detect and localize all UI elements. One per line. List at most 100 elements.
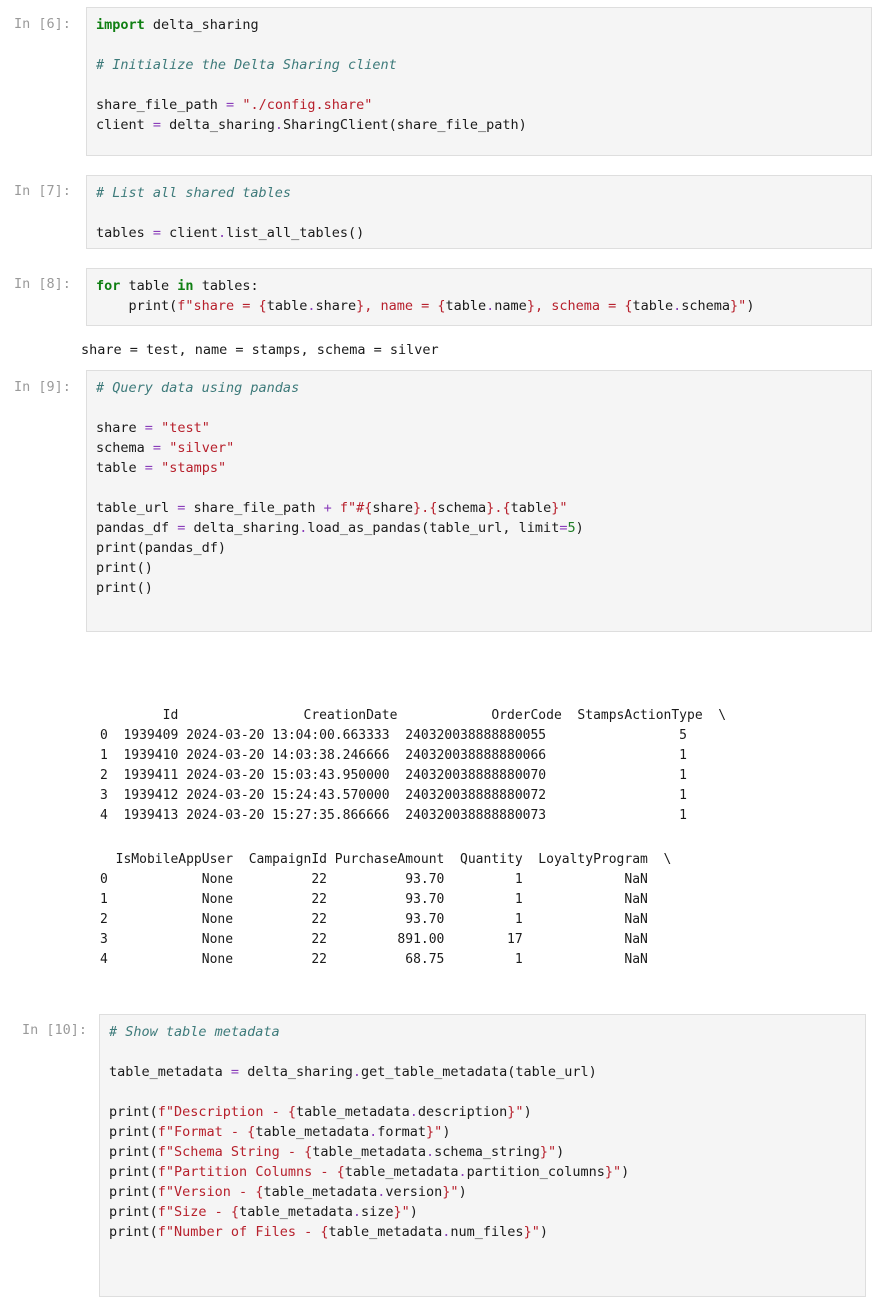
code-line: import delta_sharing [96,15,259,35]
code-token: print( [109,1104,158,1120]
code-cell[interactable]: # List all shared tables tables = client.… [86,175,872,249]
code-token: f"Description - { [157,1104,296,1120]
code-token: partition_columns [466,1164,605,1180]
output-line: 2 None 22 93.70 1 NaN [100,912,648,927]
code-token: share [96,420,145,436]
code-line: print(f"Description - {table_metadata.de… [109,1102,532,1122]
code-cell[interactable]: # Show table metadata table_metadata = de… [99,1014,866,1297]
code-token: tables [96,225,153,241]
code-line: pandas_df = delta_sharing.load_as_pandas… [96,518,584,538]
code-token: }, schema = { [526,298,633,314]
code-token: version [385,1184,443,1200]
output-line: 4 1939413 2024-03-20 15:27:35.866666 240… [100,808,687,823]
code-token: tables: [193,278,259,294]
code-line: # Initialize the Delta Sharing client [96,55,397,75]
code-line: print(pandas_df) [96,538,226,558]
code-line: schema = "silver" [96,438,234,458]
code-token: }" [442,1184,459,1200]
code-token: ) [442,1124,451,1140]
code-token: for [96,278,121,294]
code-token: "silver" [169,440,235,456]
cell-prompt: In [10]: [22,1022,88,1038]
code-line: tables = client.list_all_tables() [96,223,364,243]
code-token: f"Format - { [157,1124,256,1140]
code-line: print() [96,578,153,598]
code-cell[interactable]: for table in tables: print(f"share = {ta… [86,268,872,326]
output-line: 1 1939410 2024-03-20 14:03:38.246666 240… [100,748,687,763]
code-line: print(f"share = {table.share}, name = {t… [96,296,755,316]
code-token: }" [604,1164,622,1180]
code-line: # Show table metadata [109,1022,280,1042]
code-line: print(f"Format - {table_metadata.format}… [109,1122,450,1142]
code-token: }" [507,1104,524,1120]
code-token: num_files [450,1224,524,1240]
code-token: table_url [96,500,178,516]
output-line: 2 1939411 2024-03-20 15:03:43.950000 240… [100,768,687,783]
code-cell[interactable]: import delta_sharing # Initialize the Del… [86,7,872,156]
code-line: print(f"Size - {table_metadata.size}") [109,1202,418,1222]
code-token: table_metadata [109,1064,231,1080]
code-token: table_metadata [255,1124,370,1140]
code-token: "test" [161,420,210,436]
code-token: ) [556,1144,565,1160]
code-token: # Show table metadata [109,1024,280,1040]
code-token: schema_string [434,1144,540,1160]
code-token: = [226,97,235,113]
code-token: }" [551,500,568,516]
code-token: + [323,500,332,516]
code-token: table [632,298,674,314]
code-token: ) [523,1104,532,1120]
code-token: share_file_path [96,97,227,113]
code-token: . [458,1164,467,1180]
code-token: table_metadata [312,1144,427,1160]
output-line: 4 None 22 68.75 1 NaN [100,952,648,967]
code-token: = [152,225,162,241]
code-token: print( [109,1184,158,1200]
code-line: # List all shared tables [96,183,291,203]
code-token: = [152,117,162,133]
output-line: IsMobileAppUser CampaignId PurchaseAmoun… [100,852,672,867]
code-line: # Query data using pandas [96,378,299,398]
code-token: table [120,278,178,294]
code-token: print( [96,298,178,314]
code-token: f"Schema String - { [157,1144,313,1160]
code-token: share_file_path [185,500,324,516]
code-token: client [161,225,218,241]
code-token: description [417,1104,508,1120]
code-line: share = "test" [96,418,210,438]
code-token: share [315,298,357,314]
code-token: share [372,500,414,516]
code-token: table_metadata [344,1164,459,1180]
code-token: table_metadata [239,1204,353,1220]
code-token: table_metadata [328,1224,443,1240]
code-token: ) [746,298,755,314]
code-token: import [96,17,145,33]
code-token: }, name = { [356,298,446,314]
code-line: print(f"Number of Files - {table_metadat… [109,1222,548,1242]
code-line: print(f"Schema String - {table_metadata.… [109,1142,564,1162]
code-line: print(f"Version - {table_metadata.versio… [109,1182,467,1202]
code-token: in [177,278,194,294]
code-token: = [152,440,162,456]
code-token: . [426,1144,435,1160]
code-token: size [361,1204,394,1220]
code-token: . [274,117,283,133]
code-token: print( [109,1224,158,1240]
code-token: ) [409,1204,418,1220]
code-token: name [494,298,527,314]
code-token: }" [393,1204,410,1220]
code-token: print( [109,1144,158,1160]
code-token: = [144,420,153,436]
code-token: print() [96,560,153,576]
code-token: # Query data using pandas [96,380,300,396]
code-token: . [352,1064,361,1080]
code-token: }" [730,298,747,314]
code-token: client [96,117,153,133]
code-token: # List all shared tables [96,185,292,201]
output-line: 3 1939412 2024-03-20 15:24:43.570000 240… [100,788,687,803]
cell-prompt: In [9]: [14,379,71,395]
code-cell[interactable]: # Query data using pandas share = "test" s… [86,370,872,632]
code-token: table [266,298,308,314]
code-token: schema [96,440,153,456]
